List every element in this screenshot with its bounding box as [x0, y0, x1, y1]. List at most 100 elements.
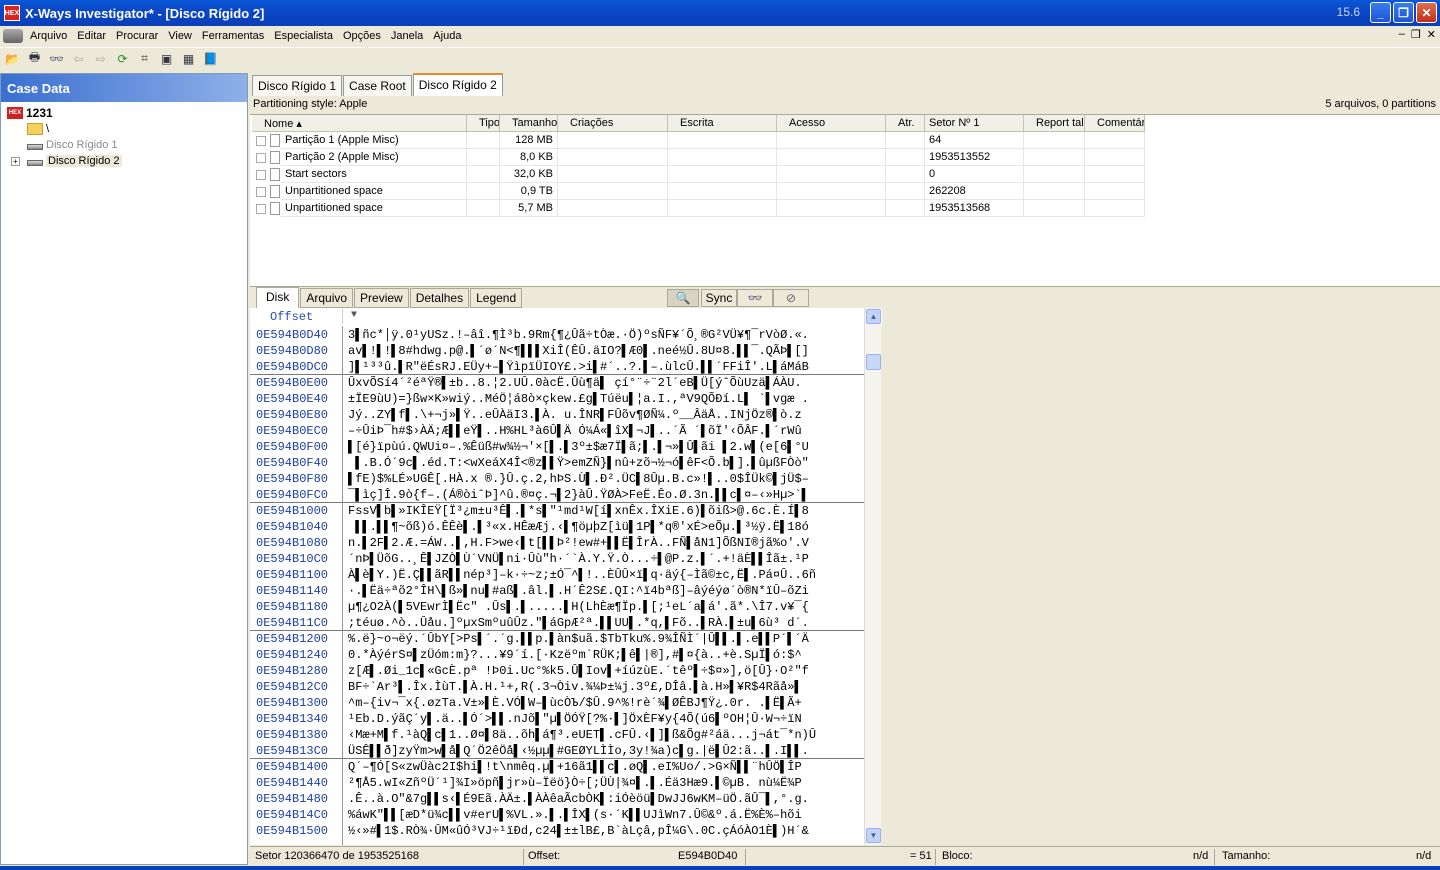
cell-acesso: [777, 183, 886, 200]
tab-disco-rigido-1[interactable]: Disco Rígido 1: [252, 75, 343, 96]
hex-row: 0E594B0F40 ▌.B.Ó´9c▌.éd.T:<wXeáX4Î<®z▌▌Ÿ…: [256, 456, 809, 470]
row-checkbox[interactable]: [256, 170, 266, 180]
hex-header: Offset ▼: [250, 308, 882, 326]
cell-tipo: [467, 149, 500, 166]
col-header-nome[interactable]: Nome ▴: [252, 115, 467, 132]
back-icon[interactable]: ⇦: [69, 50, 88, 68]
menu-arquivo[interactable]: Arquivo: [25, 30, 72, 42]
scroll-thumb[interactable]: [866, 354, 881, 370]
col-header-report[interactable]: Report tal: [1024, 115, 1085, 132]
tree-disk-2[interactable]: + Disco Rígido 2: [11, 153, 122, 169]
col-header-criacoes[interactable]: Criações: [558, 115, 668, 132]
col-header-acesso[interactable]: Acesso: [777, 115, 886, 132]
hex-row: 0E594B13C0 ÜSÊ▌▌ð]zyŸm>w▌å▌Q´Ö2êÖå▌‹½µµ▌#…: [256, 744, 809, 758]
scroll-up-icon[interactable]: ▲: [866, 309, 881, 324]
cell-name: Unpartitioned space: [281, 200, 467, 217]
cell-tipo: [467, 132, 500, 149]
maximize-button[interactable]: ❐: [1393, 2, 1414, 23]
search-icon[interactable]: 🔍: [667, 289, 699, 307]
row-checkbox[interactable]: [256, 153, 266, 163]
row-checkbox[interactable]: [256, 187, 266, 197]
disk-icon: [27, 144, 43, 150]
open-icon[interactable]: 📂: [3, 50, 22, 68]
tab-disco-rigido-2[interactable]: Disco Rígido 2: [412, 73, 503, 96]
book-icon[interactable]: 📘: [201, 50, 220, 68]
cell-report: [1024, 149, 1085, 166]
menu-ajuda[interactable]: Ajuda: [428, 30, 466, 42]
offset-label: Offset: [270, 310, 314, 324]
hash-icon[interactable]: ⌗: [135, 50, 154, 68]
app-icon: HEX: [4, 5, 20, 21]
status-divider: [935, 849, 936, 865]
expand-icon[interactable]: +: [11, 156, 20, 166]
row-checkbox[interactable]: [256, 204, 266, 214]
menu-editar[interactable]: Editar: [72, 30, 111, 42]
offset-dropdown-icon[interactable]: ▼: [342, 309, 372, 324]
cell-escrita: [668, 183, 777, 200]
hex-row: 0E594B0EC0 –÷ÛiÞ¯h#$›ÀÄ;Æ▌▌eŸ▌..H%HL³à6Û▌…: [256, 424, 802, 438]
print-icon[interactable]: 🖶: [25, 50, 44, 68]
menu-opcoes[interactable]: Opções: [338, 30, 386, 42]
minimize-button[interactable]: _: [1370, 2, 1391, 23]
window-bottom-border: [0, 866, 1440, 870]
menu-especialista[interactable]: Especialista: [269, 30, 338, 42]
tree-disk-1-label: Disco Rígido 1: [46, 139, 118, 151]
cell-size: 128 MB: [500, 132, 558, 149]
mdi-restore-button[interactable]: ❐: [1411, 28, 1421, 41]
tree-disk-1[interactable]: Disco Rígido 1: [27, 137, 118, 153]
col-header-tamanho[interactable]: Tamanho: [500, 115, 558, 132]
col-header-atr[interactable]: Atr.: [886, 115, 925, 132]
status-divider: [1214, 849, 1215, 865]
tree-folder[interactable]: \: [27, 121, 49, 137]
col-header-tipo[interactable]: Tipo: [467, 115, 500, 132]
table-row[interactable]: Unpartitioned space 0,9 TB 262208: [250, 183, 1145, 200]
cell-acesso: [777, 132, 886, 149]
hex-scrollbar[interactable]: ▲ ▼: [864, 308, 881, 845]
find-icon[interactable]: 👓: [47, 50, 66, 68]
grid-icon[interactable]: ▦: [179, 50, 198, 68]
table-row[interactable]: Partição 1 (Apple Misc) 128 MB 64: [250, 132, 1145, 149]
hex-row: 0E594B0E00 ÛxvÕSí4´²éªŸ®▌±b..8.¦2.UÛ.0àcË…: [256, 376, 802, 390]
tree-case-root[interactable]: HEX 1231: [7, 105, 53, 121]
table-row[interactable]: Partição 2 (Apple Misc) 8,0 KB 195351355…: [250, 149, 1145, 166]
mdi-minimize-button[interactable]: –: [1399, 28, 1405, 41]
hex-row: 0E594B1080 n.▌2F▌2.Æ.=ÁW..▌,H.F>we‹▌t[▌▌Þ…: [256, 536, 809, 550]
hex-view[interactable]: 0E594B0D40 3▌ñc*│ÿ.0¹yUSz.!–âî.¶Ì³b.9Rm{¶…: [250, 326, 864, 845]
disk-menu-icon[interactable]: [3, 29, 23, 43]
tab-disk[interactable]: Disk: [256, 287, 300, 308]
attachment-icon[interactable]: ⊘: [773, 289, 809, 307]
camera-icon[interactable]: ▣: [157, 50, 176, 68]
tab-case-root[interactable]: Case Root: [343, 75, 412, 96]
table-row[interactable]: Start sectors 32,0 KB 0: [250, 166, 1145, 183]
hex-row: 0E594B1400 Q´–¶Ó[S«zwÜàc2I$hi▌!t\nmêq.µ▌+…: [256, 760, 802, 774]
partition-info-bar: Partitioning style: Apple 5 arquivos, 0 …: [250, 96, 1440, 113]
hex-row: 0E594B0F00 ▌[é}ïpùú.QWUi¤–.%Êüß#w¾½¬'×[▌.…: [256, 440, 809, 454]
col-header-setor[interactable]: Setor Nº 1: [925, 115, 1024, 132]
refresh-icon[interactable]: ⟳: [113, 50, 132, 68]
cell-name: Start sectors: [281, 166, 467, 183]
hex-row: 0E594B0DC0]▌¹³³û.▌R"ëÉsRJ.EÜy+–▌ŸìpïÜIOY…: [256, 360, 809, 374]
mdi-close-button[interactable]: ✕: [1427, 28, 1436, 41]
menu-janela[interactable]: Janela: [386, 30, 428, 42]
tab-detalhes[interactable]: Detalhes: [409, 288, 470, 308]
tab-legend[interactable]: Legend: [470, 288, 523, 308]
hex-row: 0E594B0E80 Jý..ZY▌f▌.\+¬j»▌Ÿ..eÛÀäI3.▌À. …: [256, 408, 802, 422]
cell-sector: 0: [925, 166, 1024, 183]
sync-button[interactable]: Sync: [701, 289, 737, 307]
hex-row: 0E594B1240 0.*ÀýérS¤▌zÜóm:m}?...¥9´í.[·Kz…: [256, 648, 802, 662]
menu-ferramentas[interactable]: Ferramentas: [197, 30, 269, 42]
row-checkbox[interactable]: [256, 136, 266, 146]
binoculars-icon[interactable]: 👓: [737, 289, 773, 307]
forward-icon[interactable]: ⇨: [91, 50, 110, 68]
tab-arquivo[interactable]: Arquivo: [300, 288, 354, 308]
close-button[interactable]: ✕: [1416, 2, 1437, 23]
hex-row: 0E594B1200 %.ë}~o¬ëý.´ÛbY[>Ps▌´.´g.▌▌p.▌à…: [256, 632, 809, 646]
table-row[interactable]: Unpartitioned space 5,7 MB 1953513568: [250, 200, 1145, 217]
col-header-escrita[interactable]: Escrita: [668, 115, 777, 132]
menu-view[interactable]: View: [163, 30, 197, 42]
empty-pane: [882, 308, 1440, 845]
menu-procurar[interactable]: Procurar: [111, 30, 163, 42]
scroll-down-icon[interactable]: ▼: [866, 828, 881, 843]
tab-preview[interactable]: Preview: [354, 288, 409, 308]
col-header-comentario[interactable]: Comentário: [1085, 115, 1145, 132]
